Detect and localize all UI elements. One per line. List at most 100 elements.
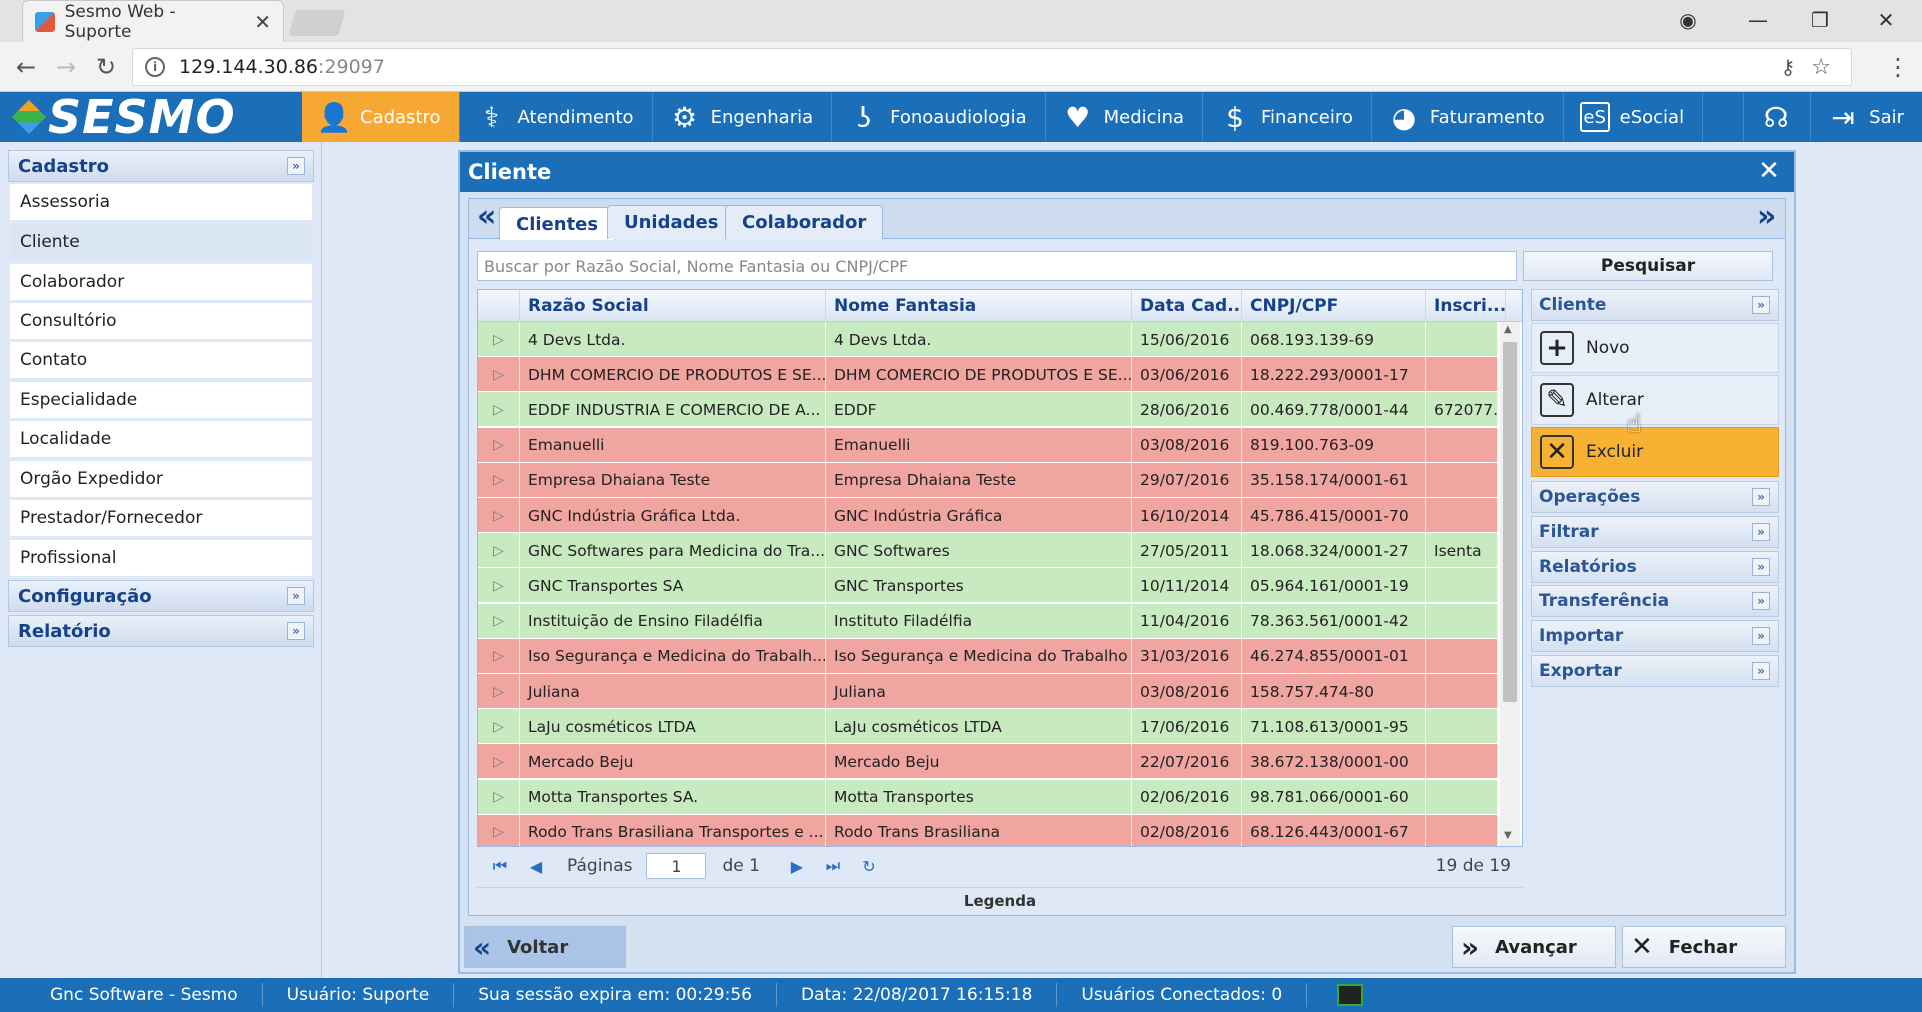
page-number-input[interactable]: 1 xyxy=(646,853,707,879)
table-row[interactable]: ▷ GNC Indústria Gráfica Ltda. GNC Indústri… xyxy=(478,498,1498,533)
row-expand-icon[interactable]: ▷ xyxy=(478,427,520,463)
nav-cadastro[interactable]: 👤 Cadastro xyxy=(302,92,460,142)
sidebar-item-orgao-expedidor[interactable]: Orgão Expedidor xyxy=(10,461,312,499)
row-expand-icon[interactable]: ▷ xyxy=(478,603,520,639)
back-arrow-icon[interactable]: ← xyxy=(8,50,44,84)
sidebar-item-consultorio[interactable]: Consultório xyxy=(10,303,312,341)
star-icon[interactable]: ☆ xyxy=(1811,55,1831,80)
sidebar-section-cadastro[interactable]: Cadastro » xyxy=(8,150,314,182)
expand-icon[interactable]: » xyxy=(1752,558,1770,576)
legend-bar[interactable]: Legenda xyxy=(477,887,1523,913)
collapse-icon[interactable]: » xyxy=(1752,296,1770,314)
url-field[interactable]: i 129.144.30.86:29097 ⚷ ☆ xyxy=(132,48,1852,86)
expand-icon[interactable]: » xyxy=(1752,488,1770,506)
row-expand-icon[interactable]: ▷ xyxy=(478,674,520,709)
sidebar-item-profissional[interactable]: Profissional xyxy=(10,540,312,578)
nav-medicina[interactable]: ♥ Medicina xyxy=(1046,92,1204,142)
scroll-up-icon[interactable]: ▲ xyxy=(1504,324,1512,335)
info-icon[interactable]: i xyxy=(145,57,165,77)
table-row[interactable]: ▷ Mercado Beju Mercado Beju 22/07/2016 38.67… xyxy=(478,744,1498,780)
expand-icon[interactable]: » xyxy=(287,622,305,640)
collapse-icon[interactable]: » xyxy=(287,157,305,175)
scroll-down-icon[interactable]: ▼ xyxy=(1504,830,1512,841)
table-row[interactable]: ▷ EDDF INDUSTRIA E COMERCIO DE A... EDDF 28… xyxy=(478,392,1498,428)
section-filtrar[interactable]: Filtrar » xyxy=(1531,516,1779,548)
column-header-inscricao[interactable]: Inscri... xyxy=(1426,290,1506,322)
profile-icon[interactable]: ◉ xyxy=(1668,4,1708,36)
dialog-close-icon[interactable]: ✕ xyxy=(1754,156,1784,186)
table-row[interactable]: ▷ GNC Softwares para Medicina do Tra... GN… xyxy=(478,533,1498,569)
expand-icon[interactable]: » xyxy=(287,587,305,605)
expand-icon[interactable]: » xyxy=(1752,662,1770,680)
column-header-data[interactable]: Data Cad... xyxy=(1132,290,1242,322)
column-header-cnpj[interactable]: CNPJ/CPF xyxy=(1242,290,1426,322)
table-row[interactable]: ▷ Instituição de Ensino Filadélfia Institu… xyxy=(478,603,1498,639)
sidebar-item-cliente[interactable]: Cliente xyxy=(10,224,312,262)
restore-icon[interactable]: ❐ xyxy=(1800,4,1840,36)
monitor-icon[interactable] xyxy=(1337,984,1364,1006)
table-row[interactable]: ▷ Empresa Dhaiana Teste Empresa Dhaiana Te… xyxy=(478,462,1498,498)
table-row[interactable]: ▷ Rodo Trans Brasiliana Transportes e ...… xyxy=(478,814,1498,846)
sidebar-item-contato[interactable]: Contato xyxy=(10,342,312,380)
table-row[interactable]: ▷ Juliana Juliana 03/08/2016 158.757.474-80 xyxy=(478,674,1498,709)
table-row[interactable]: ▷ Emanuelli Emanuelli 03/08/2016 819.100.763… xyxy=(478,427,1498,463)
row-expand-icon[interactable]: ▷ xyxy=(478,638,520,674)
reload-icon[interactable]: ↻ xyxy=(88,50,124,84)
grid-scroll-thumb[interactable] xyxy=(1503,342,1517,702)
expand-icon[interactable]: » xyxy=(1752,627,1770,645)
row-expand-icon[interactable]: ▷ xyxy=(478,533,520,569)
table-row[interactable]: ▷ 4 Devs Ltda. 4 Devs Ltda. 15/06/2016 068.1… xyxy=(478,322,1498,357)
refresh-icon[interactable]: ↻ xyxy=(856,853,882,879)
next-page-icon[interactable]: ▶ xyxy=(784,853,810,879)
row-expand-icon[interactable]: ▷ xyxy=(478,357,520,393)
fechar-button[interactable]: ✕ Fechar xyxy=(1622,926,1786,968)
last-page-icon[interactable]: ⏭ xyxy=(820,853,846,879)
tab-clientes[interactable]: Clientes xyxy=(499,207,616,240)
row-expand-icon[interactable]: ▷ xyxy=(478,814,520,846)
table-row[interactable]: ▷ GNC Transportes SA GNC Transportes 10/11/… xyxy=(478,568,1498,604)
table-row[interactable]: ▷ Motta Transportes SA. Motta Transportes 0… xyxy=(478,779,1498,815)
sidebar-item-prestador[interactable]: Prestador/Fornecedor xyxy=(10,500,312,538)
table-row[interactable]: ▷ DHM COMERCIO DE PRODUTOS E SE... DHM COM… xyxy=(478,357,1498,393)
row-expand-icon[interactable]: ▷ xyxy=(478,709,520,745)
row-expand-icon[interactable]: ▷ xyxy=(478,568,520,604)
minimize-icon[interactable]: — xyxy=(1738,4,1778,36)
row-expand-icon[interactable]: ▷ xyxy=(478,498,520,533)
alterar-button[interactable]: ✎ Alterar xyxy=(1531,375,1779,425)
scroll-tabs-right-icon[interactable]: » xyxy=(1757,199,1776,234)
scroll-tabs-left-icon[interactable]: « xyxy=(477,199,496,234)
window-close-icon[interactable]: ✕ xyxy=(1866,4,1906,36)
sidebar-item-localidade[interactable]: Localidade xyxy=(10,421,312,459)
tab-colaborador[interactable]: Colaborador xyxy=(725,205,884,239)
new-tab-button[interactable] xyxy=(288,10,346,36)
avancar-button[interactable]: » Avançar xyxy=(1452,926,1616,968)
section-exportar[interactable]: Exportar » xyxy=(1531,655,1779,687)
forward-arrow-icon[interactable]: → xyxy=(48,50,84,84)
prev-page-icon[interactable]: ◀ xyxy=(523,853,549,879)
expand-icon[interactable]: » xyxy=(1752,523,1770,541)
table-row[interactable]: ▷ Iso Segurança e Medicina do Trabalh... I… xyxy=(478,638,1498,674)
nav-support[interactable]: ☊ xyxy=(1743,92,1812,142)
key-icon[interactable]: ⚷ xyxy=(1781,55,1796,79)
table-row[interactable]: ▷ LaJu cosméticos LTDA LaJu cosméticos LTD… xyxy=(478,709,1498,745)
column-header-fantasia[interactable]: Nome Fantasia xyxy=(826,290,1132,322)
sidebar-item-especialidade[interactable]: Especialidade xyxy=(10,382,312,420)
row-expand-icon[interactable]: ▷ xyxy=(478,744,520,780)
menu-dots-icon[interactable]: ⋮ xyxy=(1880,50,1916,84)
section-importar[interactable]: Importar » xyxy=(1531,620,1779,652)
tab-unidades[interactable]: Unidades xyxy=(607,205,736,239)
row-expand-icon[interactable]: ▷ xyxy=(478,779,520,815)
browser-tab[interactable]: Sesmo Web - Suporte ✕ xyxy=(22,0,284,42)
pesquisar-button[interactable]: Pesquisar xyxy=(1523,251,1773,281)
nav-atendimento[interactable]: ⚕ Atendimento xyxy=(460,92,653,142)
novo-button[interactable]: + Novo xyxy=(1531,323,1779,373)
column-header-razao[interactable]: Razão Social xyxy=(520,290,826,322)
nav-fonoaudiologia[interactable]: ʖ Fonoaudiologia xyxy=(832,92,1046,142)
first-page-icon[interactable]: ⏮ xyxy=(487,853,513,879)
sidebar-item-assessoria[interactable]: Assessoria xyxy=(10,184,312,222)
sidebar-item-colaborador[interactable]: Colaborador xyxy=(10,264,312,302)
section-operacoes[interactable]: Operações » xyxy=(1531,481,1779,513)
expand-icon[interactable]: » xyxy=(1752,592,1770,610)
voltar-button[interactable]: « Voltar xyxy=(464,926,626,968)
section-transferencia[interactable]: Transferência » xyxy=(1531,585,1779,617)
